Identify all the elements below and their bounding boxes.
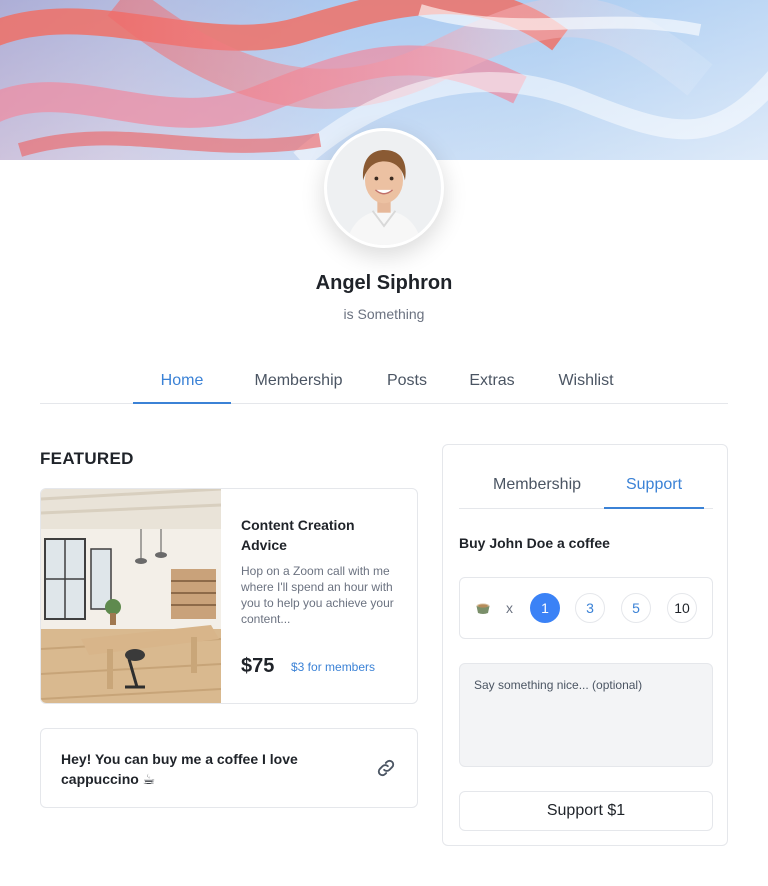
quantity-option-1[interactable]: 1 bbox=[530, 593, 560, 623]
profile-name: Angel Siphron bbox=[315, 272, 453, 294]
panel-tab-support[interactable]: Support bbox=[604, 465, 704, 509]
quantity-option-10[interactable]: 10 bbox=[667, 593, 697, 623]
featured-card-image bbox=[41, 489, 221, 703]
quantity-option-5[interactable]: 5 bbox=[621, 593, 651, 623]
featured-card-title: Content Creation Advice bbox=[241, 517, 355, 553]
avatar-portrait bbox=[327, 131, 441, 245]
coffee-note-text: Hey! You can buy me a coffee I love capp… bbox=[61, 751, 298, 787]
quantity-multiplier: x bbox=[506, 600, 513, 616]
tab-membership[interactable]: Membership bbox=[242, 360, 355, 404]
coffee-quantity-selector: x 1 3 5 10 bbox=[459, 577, 713, 639]
profile-nav: Home Membership Posts Extras Wishlist bbox=[40, 360, 728, 404]
featured-card-member-price: $3 for members bbox=[291, 660, 376, 674]
profile-avatar bbox=[324, 128, 444, 248]
quantity-option-3[interactable]: 3 bbox=[575, 593, 605, 623]
panel-tab-membership[interactable]: Membership bbox=[479, 465, 595, 509]
link-icon[interactable] bbox=[375, 757, 397, 779]
coffee-cup-icon bbox=[476, 603, 490, 614]
featured-card-body: Content Creation Advice Hop on a Zoom ca… bbox=[241, 515, 401, 627]
support-panel-tabs: Membership Support bbox=[459, 465, 713, 509]
buy-coffee-heading: Buy John Doe a coffee bbox=[459, 535, 610, 551]
featured-heading: FEATURED bbox=[40, 449, 134, 468]
featured-card[interactable]: Content Creation Advice Hop on a Zoom ca… bbox=[40, 488, 418, 704]
tab-wishlist[interactable]: Wishlist bbox=[546, 360, 626, 404]
featured-card-description: Hop on a Zoom call with me where I'll sp… bbox=[241, 564, 394, 626]
profile-tagline: is Something bbox=[343, 306, 425, 322]
featured-card-price: $75 bbox=[241, 655, 275, 677]
tab-extras[interactable]: Extras bbox=[460, 360, 524, 404]
support-button[interactable]: Support $1 bbox=[459, 791, 713, 831]
coffee-note-card[interactable]: Hey! You can buy me a coffee I love capp… bbox=[40, 728, 418, 808]
support-panel: Membership Support Buy John Doe a coffee… bbox=[442, 444, 728, 846]
tab-home[interactable]: Home bbox=[133, 360, 231, 404]
office-photo bbox=[41, 489, 221, 703]
tab-posts[interactable]: Posts bbox=[376, 360, 438, 404]
support-message-input[interactable] bbox=[459, 663, 713, 767]
